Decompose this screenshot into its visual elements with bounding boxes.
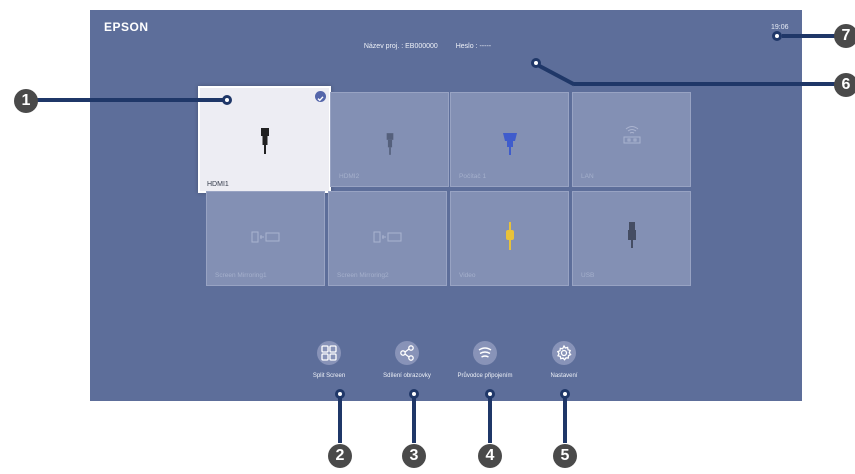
projector-name-label: Název proj. : — [363, 43, 404, 50]
callout-line — [563, 393, 567, 443]
callout-line — [574, 82, 844, 86]
split-screen-button[interactable] — [317, 341, 341, 365]
lan-icon — [621, 125, 643, 150]
source-tile-hdmi1[interactable]: HDMI1 — [198, 86, 331, 193]
source-tile-lan[interactable]: LAN — [572, 92, 691, 187]
callout-dot — [409, 389, 419, 399]
password-value: ----- — [479, 43, 492, 50]
source-tile-usb[interactable]: USB — [572, 191, 691, 286]
settings-button[interactable] — [552, 341, 576, 365]
usb-plug-icon — [627, 222, 637, 253]
source-label: Video — [459, 272, 476, 279]
callout-dot — [335, 389, 345, 399]
source-tile-video[interactable]: Video — [450, 191, 569, 286]
screen-mirroring-icon — [251, 230, 281, 249]
callout-line — [412, 393, 416, 443]
screen-sharing-button[interactable] — [395, 341, 419, 365]
callout-dot — [560, 389, 570, 399]
split-screen-label: Split Screen — [312, 373, 346, 379]
vga-plug-icon — [502, 133, 517, 160]
password-label: Heslo : — [455, 43, 478, 50]
source-tile-screen-mirroring1[interactable]: Screen Mirroring1 — [206, 191, 325, 286]
callout-7: 7 — [834, 24, 855, 48]
callout-4: 4 — [478, 444, 502, 468]
connection-guide-label: Průvodce připojením — [457, 373, 513, 379]
callout-line — [338, 393, 342, 443]
projector-info: Název proj. : EB000000 Heslo : ----- — [0, 43, 855, 50]
epson-logo: EPSON — [104, 20, 149, 34]
connection-guide-button[interactable] — [473, 341, 497, 365]
clock: 19:06 — [771, 24, 789, 31]
hdmi-plug-icon — [259, 128, 271, 159]
projector-name-value: EB000000 — [405, 43, 438, 50]
source-label: Screen Mirroring2 — [337, 272, 389, 279]
hdmi-plug-icon — [385, 133, 395, 160]
callout-1: 1 — [14, 89, 38, 113]
callout-3: 3 — [402, 444, 426, 468]
callout-line — [35, 98, 225, 102]
screen-sharing-label: Sdílení obrazovky — [383, 373, 431, 379]
source-label: USB — [581, 272, 595, 279]
source-tile-hdmi2[interactable]: HDMI2 — [330, 92, 449, 187]
video-plug-icon — [505, 222, 515, 255]
callout-line — [488, 393, 492, 443]
source-label: HDMI2 — [339, 173, 360, 180]
source-label: LAN — [581, 173, 594, 180]
source-tile-computer1[interactable]: Počítač 1 — [450, 92, 569, 187]
source-label: HDMI1 — [207, 181, 229, 188]
callout-dot — [222, 95, 232, 105]
check-icon — [315, 91, 326, 102]
callout-dot — [772, 31, 782, 41]
callout-2: 2 — [328, 444, 352, 468]
callout-6: 6 — [834, 73, 855, 97]
callout-dot — [531, 58, 541, 68]
source-label: Screen Mirroring1 — [215, 272, 267, 279]
screen-mirroring-icon — [373, 230, 403, 249]
source-tile-screen-mirroring2[interactable]: Screen Mirroring2 — [328, 191, 447, 286]
source-label: Počítač 1 — [459, 173, 487, 180]
callout-5: 5 — [553, 444, 577, 468]
settings-label: Nastavení — [550, 373, 578, 379]
callout-dot — [485, 389, 495, 399]
callout-line — [782, 34, 842, 38]
